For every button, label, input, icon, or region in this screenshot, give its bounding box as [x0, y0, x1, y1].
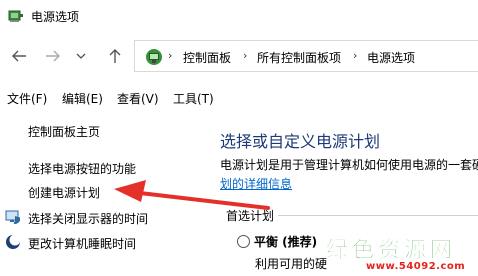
- plan-details-link[interactable]: 划的详细信息: [220, 175, 292, 192]
- title-bar: 电源选项: [0, 0, 478, 32]
- monitor-shield-icon: [5, 210, 20, 224]
- menu-file[interactable]: 文件(F): [7, 90, 47, 107]
- power-options-icon: [8, 10, 23, 22]
- arrow-left-icon: [12, 50, 26, 62]
- sidebar-link-display-off[interactable]: 选择关闭显示器的时间: [28, 210, 148, 227]
- arrow-up-icon: [109, 49, 121, 63]
- window-title: 电源选项: [31, 10, 80, 24]
- sidebar-link-sleep-time[interactable]: 更改计算机睡眠时间: [28, 235, 136, 252]
- watermark: 绿色资源网 www.54092.com: [320, 232, 478, 276]
- breadcrumb-power-options[interactable]: 电源选项: [367, 49, 415, 66]
- up-button[interactable]: [104, 46, 126, 66]
- balanced-plan-label[interactable]: 平衡 (推荐): [254, 233, 317, 250]
- preferred-plans-heading: 首选计划: [226, 209, 275, 223]
- watermark-url: www.54092.com: [366, 261, 466, 272]
- section-divider: [278, 215, 478, 216]
- breadcrumb-separator: ›: [243, 49, 248, 62]
- moon-sleep-icon: [6, 234, 21, 249]
- menu-tools[interactable]: 工具(T): [173, 90, 214, 107]
- sidebar-link-power-button[interactable]: 选择电源按钮的功能: [28, 160, 136, 177]
- control-panel-icon: [146, 49, 162, 65]
- breadcrumb-separator: ›: [168, 49, 173, 62]
- chevron-down-icon: [76, 53, 86, 59]
- page-title: 选择或自定义电源计划: [220, 132, 381, 151]
- page-description: 电源计划是用于管理计算机如何使用电源的一套硬: [220, 158, 478, 172]
- back-button[interactable]: [8, 46, 30, 66]
- balanced-plan-radio[interactable]: [237, 235, 250, 248]
- sidebar-control-panel-home[interactable]: 控制面板主页: [28, 123, 100, 140]
- breadcrumb-all-items[interactable]: 所有控制面板项: [257, 49, 341, 66]
- arrow-right-icon: [46, 50, 60, 62]
- menu-edit[interactable]: 编辑(E): [62, 90, 103, 107]
- breadcrumb-control-panel[interactable]: 控制面板: [183, 49, 231, 66]
- menu-bar: 文件(F) 编辑(E) 查看(V) 工具(T): [0, 88, 478, 108]
- watermark-text: 绿色资源网: [326, 238, 457, 264]
- breadcrumb-separator: ›: [353, 49, 358, 62]
- sidebar-link-create-plan[interactable]: 创建电源计划: [28, 184, 100, 201]
- forward-button[interactable]: [42, 46, 64, 66]
- balanced-plan-description: 利用可用的硬: [255, 257, 328, 271]
- address-bar[interactable]: › 控制面板 › 所有控制面板项 › 电源选项: [134, 40, 478, 72]
- recent-locations-button[interactable]: [74, 46, 88, 66]
- menu-view[interactable]: 查看(V): [117, 90, 159, 107]
